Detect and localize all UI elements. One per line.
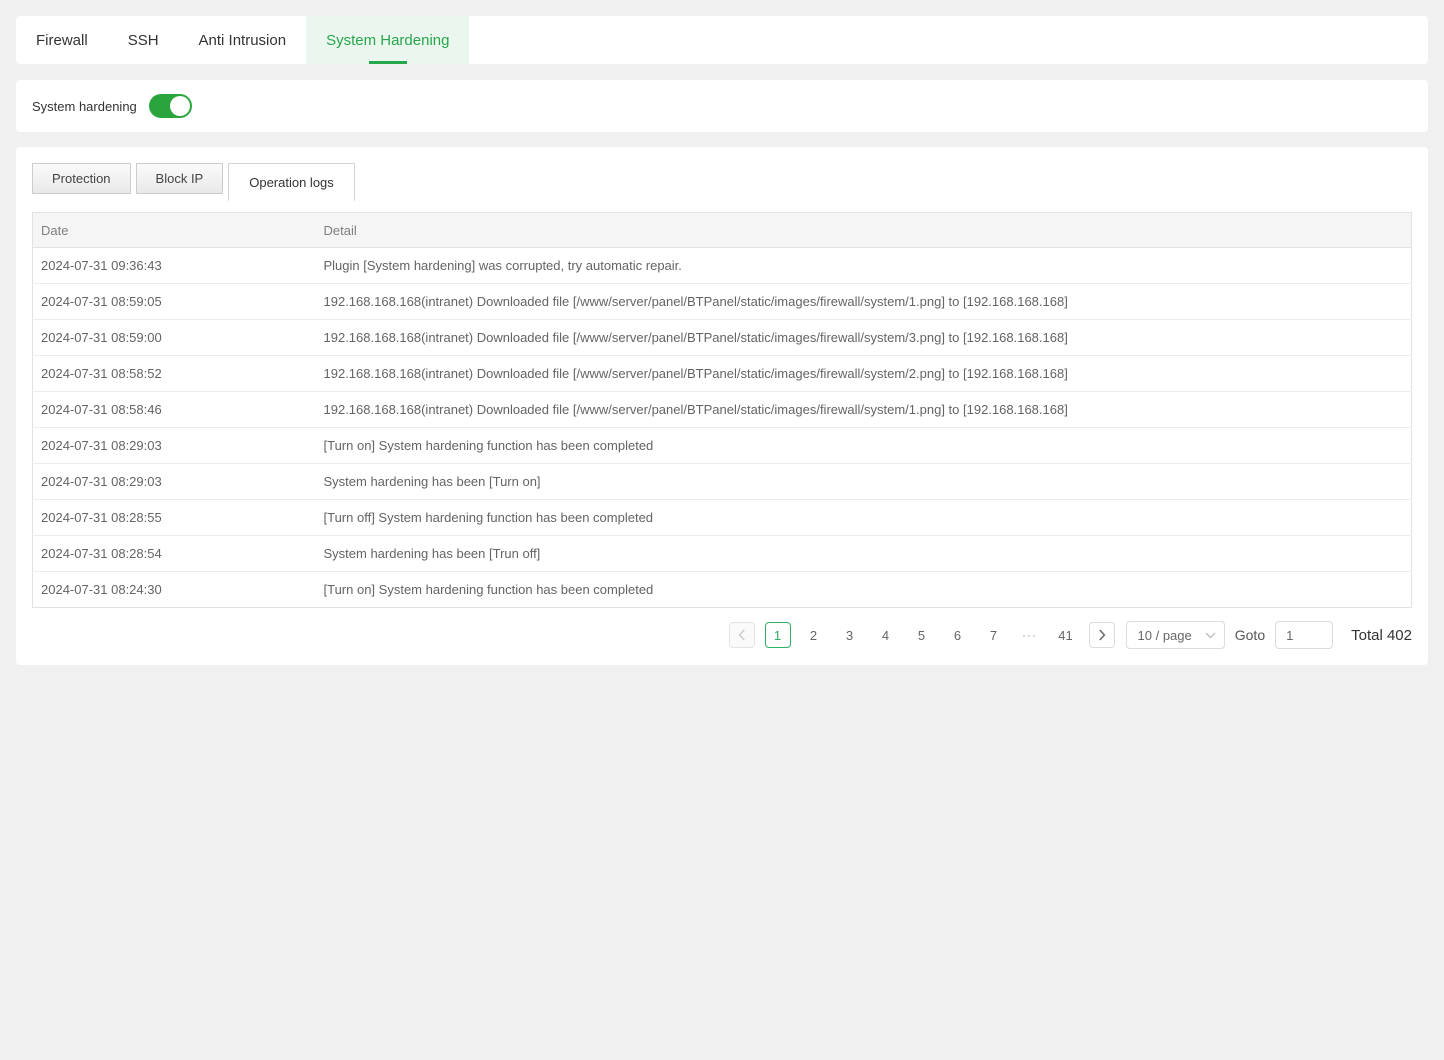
table-row: 2024-07-31 08:29:03 System hardening has…	[33, 464, 1412, 500]
page-number-3[interactable]: 3	[837, 622, 863, 648]
hardening-toggle[interactable]	[149, 94, 192, 118]
log-detail: [Turn on] System hardening function has …	[316, 572, 1412, 608]
next-page-button[interactable]	[1089, 622, 1115, 648]
log-date: 2024-07-31 08:28:55	[33, 500, 316, 536]
page-number-4[interactable]: 4	[873, 622, 899, 648]
page-number-41[interactable]: 41	[1053, 622, 1079, 648]
log-detail: System hardening has been [Trun off]	[316, 536, 1412, 572]
chevron-down-icon	[1205, 632, 1216, 639]
toggle-knob	[170, 96, 190, 116]
table-row: 2024-07-31 08:59:05 192.168.168.168(intr…	[33, 284, 1412, 320]
page-number-7[interactable]: 7	[981, 622, 1007, 648]
table-row: 2024-07-31 08:59:00 192.168.168.168(intr…	[33, 320, 1412, 356]
table-row: 2024-07-31 08:58:46 192.168.168.168(intr…	[33, 392, 1412, 428]
log-date: 2024-07-31 08:28:54	[33, 536, 316, 572]
table-row: 2024-07-31 09:36:43 Plugin [System harde…	[33, 248, 1412, 284]
page-number-6[interactable]: 6	[945, 622, 971, 648]
page-size-value: 10 / page	[1138, 628, 1192, 643]
tab-system-hardening[interactable]: System Hardening	[306, 16, 469, 64]
log-detail: 192.168.168.168(intranet) Downloaded fil…	[316, 320, 1412, 356]
goto-label: Goto	[1235, 627, 1265, 643]
page-number-1[interactable]: 1	[765, 622, 791, 648]
top-tabbar: Firewall SSH Anti Intrusion System Harde…	[16, 16, 1428, 64]
log-date: 2024-07-31 08:24:30	[33, 572, 316, 608]
log-detail: Plugin [System hardening] was corrupted,…	[316, 248, 1412, 284]
table-header-row: Date Detail	[33, 213, 1412, 248]
log-date: 2024-07-31 09:36:43	[33, 248, 316, 284]
page-number-2[interactable]: 2	[801, 622, 827, 648]
tab-ssh[interactable]: SSH	[108, 16, 179, 64]
log-detail: [Turn on] System hardening function has …	[316, 428, 1412, 464]
prev-page-button[interactable]	[729, 622, 755, 648]
chevron-right-icon	[1098, 629, 1106, 641]
page-number-5[interactable]: 5	[909, 622, 935, 648]
log-detail: 192.168.168.168(intranet) Downloaded fil…	[316, 356, 1412, 392]
log-detail: 192.168.168.168(intranet) Downloaded fil…	[316, 284, 1412, 320]
table-row: 2024-07-31 08:58:52 192.168.168.168(intr…	[33, 356, 1412, 392]
operation-logs-table: Date Detail 2024-07-31 09:36:43 Plugin […	[32, 212, 1412, 608]
tab-anti-intrusion[interactable]: Anti Intrusion	[179, 16, 307, 64]
table-row: 2024-07-31 08:29:03 [Turn on] System har…	[33, 428, 1412, 464]
total-count: Total 402	[1351, 627, 1412, 644]
page-root: Firewall SSH Anti Intrusion System Harde…	[0, 0, 1444, 665]
main-card: Protection Block IP Operation logs Date …	[16, 147, 1428, 665]
hardening-label: System hardening	[32, 99, 137, 114]
tab-firewall[interactable]: Firewall	[16, 16, 108, 64]
log-date: 2024-07-31 08:29:03	[33, 428, 316, 464]
subtab-protection[interactable]: Protection	[32, 163, 131, 194]
column-header-detail: Detail	[316, 213, 1412, 248]
log-detail: [Turn off] System hardening function has…	[316, 500, 1412, 536]
log-date: 2024-07-31 08:58:46	[33, 392, 316, 428]
page-size-select[interactable]: 10 / page	[1126, 621, 1225, 649]
log-date: 2024-07-31 08:58:52	[33, 356, 316, 392]
log-detail: 192.168.168.168(intranet) Downloaded fil…	[316, 392, 1412, 428]
column-header-date: Date	[33, 213, 316, 248]
log-detail: System hardening has been [Turn on]	[316, 464, 1412, 500]
table-row: 2024-07-31 08:24:30 [Turn on] System har…	[33, 572, 1412, 608]
log-date: 2024-07-31 08:59:00	[33, 320, 316, 356]
subtab-block-ip[interactable]: Block IP	[136, 163, 224, 194]
page-ellipsis[interactable]: ···	[1017, 628, 1043, 642]
table-row: 2024-07-31 08:28:54 System hardening has…	[33, 536, 1412, 572]
pagination: 1 2 3 4 5 6 7 ··· 41 10 / page Goto T	[32, 621, 1412, 649]
subtab-operation-logs[interactable]: Operation logs	[228, 163, 355, 201]
table-row: 2024-07-31 08:28:55 [Turn off] System ha…	[33, 500, 1412, 536]
log-date: 2024-07-31 08:59:05	[33, 284, 316, 320]
log-date: 2024-07-31 08:29:03	[33, 464, 316, 500]
hardening-toggle-bar: System hardening	[16, 80, 1428, 132]
sub-tabbar: Protection Block IP Operation logs	[32, 163, 1412, 201]
goto-page-input[interactable]	[1275, 621, 1333, 649]
chevron-left-icon	[738, 629, 746, 641]
